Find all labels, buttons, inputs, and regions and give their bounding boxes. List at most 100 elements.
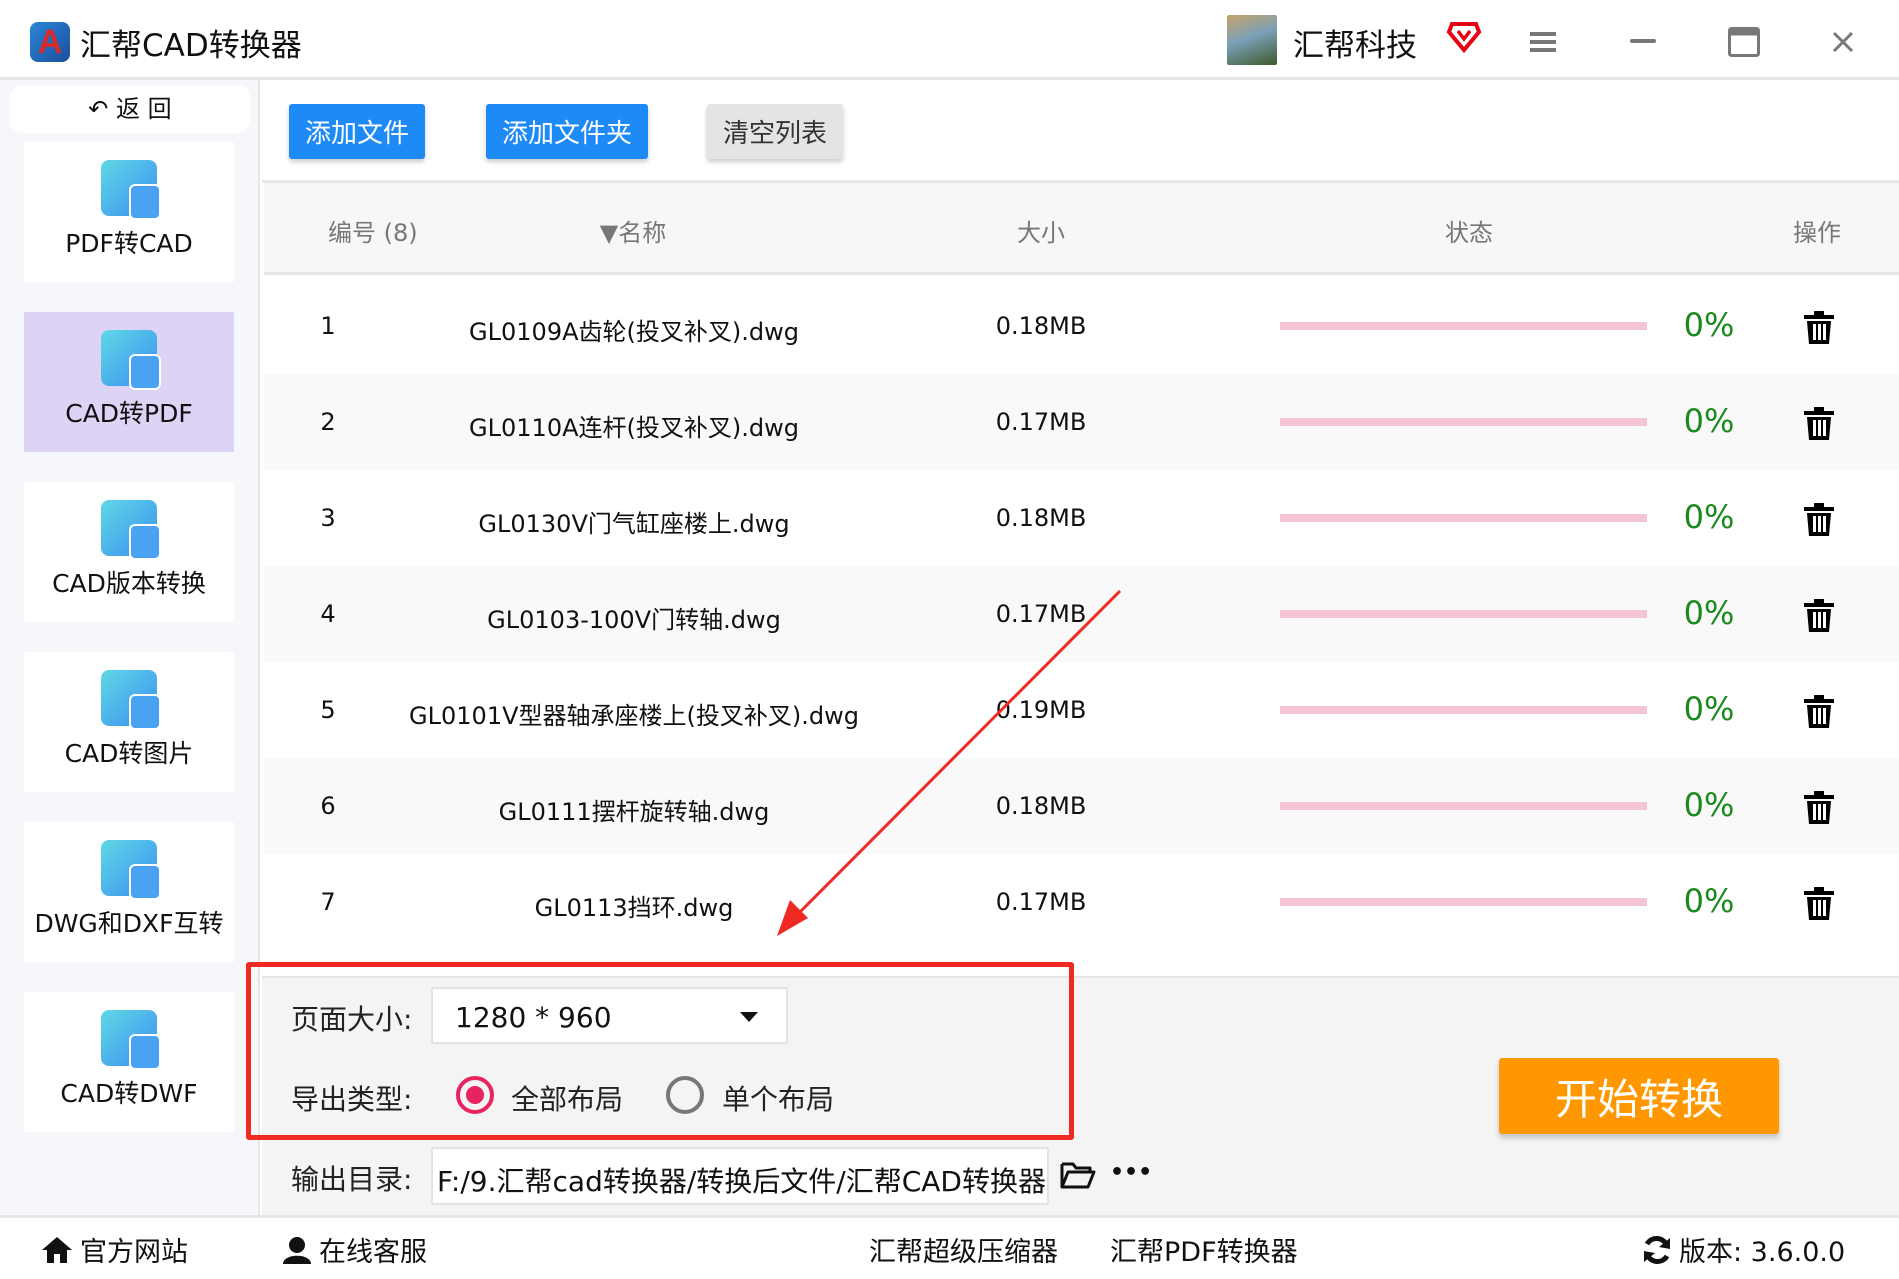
output-dir-label: 输出目录: (291, 1163, 413, 1196)
refresh-icon (1644, 1235, 1670, 1264)
back-button[interactable]: ↶ 返 回 (10, 85, 250, 133)
back-arrow-icon: ↶ (88, 95, 117, 123)
annotation-highlight-box (246, 962, 1074, 1140)
row-file-name: GL0130V门气缸座楼上.dwg (478, 510, 790, 538)
start-convert-button[interactable]: 开始转换 (1499, 1058, 1779, 1134)
trash-icon[interactable] (1802, 884, 1836, 922)
pdf-converter-link[interactable]: 汇帮PDF转换器 (1110, 1230, 1298, 1269)
compressor-link[interactable]: 汇帮超级压缩器 (869, 1230, 1058, 1269)
online-support-link[interactable]: 在线客服 (281, 1230, 427, 1269)
row-file-size: 0.18MB (995, 792, 1087, 820)
add-file-button[interactable]: 添加文件 (289, 104, 425, 159)
sidebar-item-3[interactable]: CAD版本转换 (24, 482, 234, 622)
sidebar-item-4[interactable]: CAD转图片 (24, 652, 234, 792)
sort-caret-icon: ▼ (599, 219, 619, 247)
header-size: 大小 (1017, 219, 1065, 247)
progress-percent: 0% (1683, 402, 1735, 440)
header-action: 操作 (1793, 219, 1841, 247)
converter-icon (101, 840, 161, 900)
row-file-size: 0.17MB (995, 888, 1087, 916)
header-name[interactable]: ▼名称 (600, 213, 666, 248)
sidebar-item-1[interactable]: PDF转CAD (24, 142, 234, 282)
add-folder-button[interactable]: 添加文件夹 (486, 104, 648, 159)
sidebar-item-6[interactable]: CAD转DWF (24, 992, 234, 1132)
progress-bar (1280, 514, 1647, 522)
maximize-icon[interactable] (1724, 22, 1764, 62)
row-index: 7 (320, 888, 336, 916)
progress-bar (1280, 898, 1647, 906)
progress-percent: 0% (1683, 690, 1735, 728)
back-label: 返 回 (116, 95, 172, 123)
row-file-size: 0.18MB (995, 312, 1087, 340)
output-dir-input[interactable]: F:/9.汇帮cad转换器/转换后文件/汇帮CAD转换器 (431, 1147, 1049, 1205)
table-row[interactable]: 5 GL0101V型器轴承座楼上(投叉补叉).dwg 0.19MB 0% (264, 662, 1899, 758)
row-file-size: 0.19MB (995, 696, 1087, 724)
folder-open-icon[interactable] (1060, 1160, 1096, 1190)
row-file-name: GL0101V型器轴承座楼上(投叉补叉).dwg (409, 702, 859, 730)
progress-bar (1280, 706, 1647, 714)
row-file-name: GL0110A连杆(投叉补叉).dwg (469, 414, 799, 442)
vip-diamond-icon[interactable] (1446, 18, 1482, 54)
trash-icon[interactable] (1802, 404, 1836, 442)
trash-icon[interactable] (1802, 308, 1836, 346)
header-index: 编号 (8) (328, 219, 418, 247)
sidebar-item-label: DWG和DXF互转 (34, 909, 224, 938)
sidebar-item-label: CAD版本转换 (52, 569, 206, 598)
progress-bar (1280, 418, 1647, 426)
app-title: 汇帮CAD转换器 (80, 28, 302, 64)
progress-percent: 0% (1683, 786, 1735, 824)
table-row[interactable]: 2 GL0110A连杆(投叉补叉).dwg 0.17MB 0% (264, 374, 1899, 470)
sidebar-item-label: CAD转PDF (65, 399, 193, 428)
row-file-name: GL0113挡环.dwg (534, 894, 734, 922)
progress-bar (1280, 802, 1647, 810)
row-file-size: 0.18MB (995, 504, 1087, 532)
minimize-icon[interactable] (1623, 22, 1663, 62)
avatar[interactable] (1227, 15, 1277, 65)
progress-percent: 0% (1683, 306, 1735, 344)
sidebar-item-label: CAD转DWF (60, 1079, 198, 1108)
row-file-name: GL0111摆杆旋转轴.dwg (498, 798, 770, 826)
trash-icon[interactable] (1802, 596, 1836, 634)
row-file-size: 0.17MB (995, 600, 1087, 628)
progress-percent: 0% (1683, 594, 1735, 632)
progress-bar (1280, 610, 1647, 618)
trash-icon[interactable] (1802, 788, 1836, 826)
home-icon (42, 1236, 72, 1263)
version-info[interactable]: 版本: 3.6.0.0 (1641, 1230, 1845, 1269)
sidebar-item-label: PDF转CAD (65, 229, 193, 258)
row-index: 2 (320, 408, 336, 436)
support-agent-icon (283, 1236, 311, 1264)
progress-bar (1280, 322, 1647, 330)
row-file-name: GL0103-100V门转轴.dwg (487, 606, 781, 634)
table-row[interactable]: 1 GL0109A齿轮(投叉补叉).dwg 0.18MB 0% (264, 278, 1899, 374)
menu-icon[interactable] (1523, 22, 1563, 62)
row-index: 3 (320, 504, 336, 532)
row-index: 5 (320, 696, 336, 724)
brand-name: 汇帮科技 (1293, 28, 1417, 64)
row-file-name: GL0109A齿轮(投叉补叉).dwg (469, 318, 799, 346)
table-row[interactable]: 4 GL0103-100V门转轴.dwg 0.17MB 0% (264, 566, 1899, 662)
app-logo-icon: A (30, 22, 70, 62)
sidebar-item-2[interactable]: CAD转PDF (24, 312, 234, 452)
table-header: 编号 (8) ▼名称 大小 状态 操作 (264, 183, 1899, 275)
table-row[interactable]: 7 GL0113挡环.dwg 0.17MB 0% (264, 854, 1899, 950)
clear-list-button[interactable]: 清空列表 (707, 104, 843, 159)
table-row[interactable]: 3 GL0130V门气缸座楼上.dwg 0.18MB 0% (264, 470, 1899, 566)
close-icon[interactable] (1823, 22, 1863, 62)
table-row[interactable]: 6 GL0111摆杆旋转轴.dwg 0.18MB 0% (264, 758, 1899, 854)
converter-icon (101, 160, 161, 220)
progress-percent: 0% (1683, 498, 1735, 536)
official-website-link[interactable]: 官方网站 (40, 1230, 188, 1269)
sidebar-item-5[interactable]: DWG和DXF互转 (24, 822, 234, 962)
converter-icon (101, 500, 161, 560)
row-index: 6 (320, 792, 336, 820)
trash-icon[interactable] (1802, 692, 1836, 730)
row-file-size: 0.17MB (995, 408, 1087, 436)
more-options-button[interactable]: ••• (1110, 1160, 1152, 1185)
row-index: 4 (320, 600, 336, 628)
converter-icon (101, 330, 161, 390)
converter-icon (101, 1010, 161, 1070)
sidebar-item-label: CAD转图片 (64, 739, 194, 768)
header-status: 状态 (1445, 219, 1493, 247)
trash-icon[interactable] (1802, 500, 1836, 538)
